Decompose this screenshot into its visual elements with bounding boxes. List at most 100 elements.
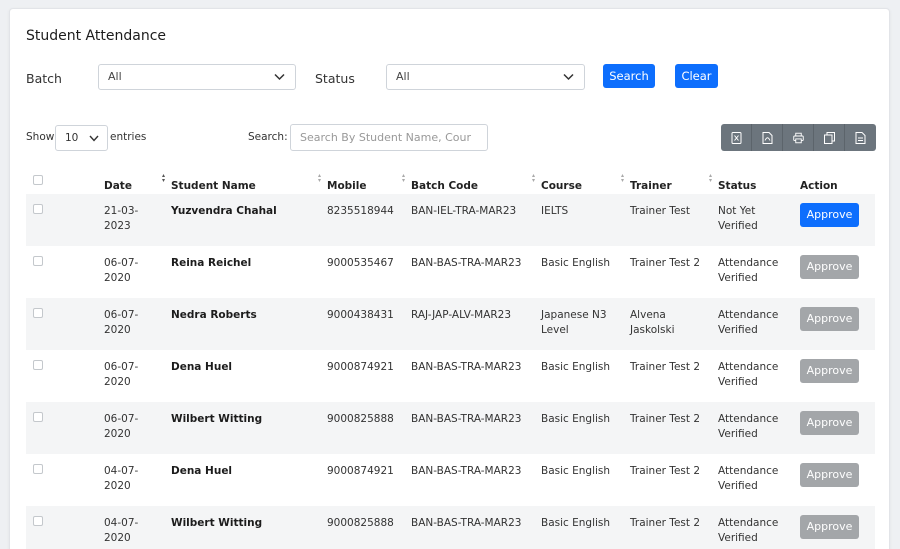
csv-icon [855,131,866,144]
batch-label: Batch [26,71,62,86]
date-cell: 04-07- 2020 [104,506,171,549]
export-button-group [721,124,876,151]
chevron-down-icon [89,135,99,142]
column-header-batch-code[interactable]: Batch Code ▴ ▾ [411,167,541,194]
approve-button[interactable]: Approve [800,203,859,227]
status-label: Status [315,71,355,86]
approve-button[interactable]: Approve [800,255,859,279]
sort-icon: ▴ ▾ [531,172,535,184]
trainer-cell: Trainer Test 2 [630,246,718,298]
clear-button[interactable]: Clear [675,64,718,88]
status-line-1: Not Yet [718,205,756,217]
sort-icon: ▴ ▾ [317,172,321,184]
approve-button[interactable]: Approve [800,463,859,487]
sort-icon: ▴ ▾ [620,172,624,184]
approve-button[interactable]: Approve [800,515,859,539]
student-name-cell: Wilbert Witting [171,402,327,454]
row-select-cell [26,506,104,549]
date-line-2: 2020 [104,272,131,284]
table-row: 06-07- 2020 Nedra Roberts 9000438431 RAJ-JAP… [26,298,875,350]
student-name: Yuzvendra Chahal [171,205,277,217]
batch-code-cell: BAN-BAS-TRA-MAR23 [411,454,541,506]
export-csv-button[interactable] [845,124,876,151]
row-checkbox[interactable] [33,412,43,422]
row-checkbox[interactable] [33,256,43,266]
row-checkbox[interactable] [33,308,43,318]
student-name: Dena Huel [171,361,233,373]
trainer-line-1: Trainer Test 2 [630,413,701,425]
page-title: Student Attendance [26,28,167,44]
approve-button[interactable]: Approve [800,411,859,435]
date-line-1: 06-07- [104,309,139,321]
column-header-student-name[interactable]: Student Name ▴ ▾ [171,167,327,194]
trainer-cell: Trainer Test 2 [630,350,718,402]
action-cell: Approve [800,454,875,506]
batch-select[interactable]: All [98,64,296,90]
row-checkbox[interactable] [33,204,43,214]
trainer-line-1: Alvena [630,309,666,321]
table-row: 06-07- 2020 Reina Reichel 9000535467 BAN-BAS… [26,246,875,298]
batch-code-cell: BAN-BAS-TRA-MAR23 [411,350,541,402]
action-cell: Approve [800,246,875,298]
course-cell: Basic English [541,350,630,402]
table-row: 04-07- 2020 Wilbert Witting 9000825888 BAN-B… [26,506,875,549]
table-search-input[interactable]: Search By Student Name, Cour [290,124,488,151]
course-line-1: IELTS [541,205,569,217]
column-header-trainer[interactable]: Trainer ▴ ▾ [630,167,718,194]
date-line-1: 06-07- [104,361,139,373]
student-name: Nedra Roberts [171,309,257,321]
status-line-1: Attendance [718,257,779,269]
course-cell: Basic English [541,246,630,298]
page-length-select[interactable]: 10 [55,125,108,151]
export-excel-button[interactable] [721,124,752,151]
chevron-down-icon [563,73,574,81]
column-header-mobile[interactable]: Mobile ▴ ▾ [327,167,411,194]
select-all-checkbox[interactable] [33,175,43,185]
column-header-action: Action [800,180,838,192]
date-line-2: 2020 [104,324,131,336]
status-cell: Not Yet Verified [718,194,800,246]
date-cell: 06-07- 2020 [104,402,171,454]
column-header-course[interactable]: Course ▴ ▾ [541,167,630,194]
show-label: Show [26,131,55,143]
trainer-line-1: Trainer Test [630,205,690,217]
row-select-cell [26,194,104,246]
column-header-date[interactable]: Date ▴ ▾ [104,167,171,194]
trainer-cell: Trainer Test 2 [630,506,718,549]
status-cell: Attendance Verified [718,454,800,506]
column-header-status[interactable]: Status [718,167,800,194]
row-select-cell [26,350,104,402]
action-cell: Approve [800,506,875,549]
course-cell: Basic English [541,454,630,506]
date-line-1: 04-07- [104,465,139,477]
status-select[interactable]: All [386,64,585,90]
approve-button[interactable]: Approve [800,359,859,383]
search-label: Search: [248,131,288,143]
action-cell: Approve [800,298,875,350]
table-row: 21-03- 2023 Yuzvendra Chahal 8235518944 BAN-… [26,194,875,246]
course-line-1: Japanese N3 [541,309,607,321]
approve-button[interactable]: Approve [800,307,859,331]
status-cell: Attendance Verified [718,298,800,350]
export-copy-button[interactable] [814,124,845,151]
row-checkbox[interactable] [33,360,43,370]
mobile-cell: 9000825888 [327,506,411,549]
trainer-line-1: Trainer Test 2 [630,361,701,373]
search-button[interactable]: Search [603,64,655,88]
mobile-cell: 9000874921 [327,454,411,506]
row-checkbox[interactable] [33,464,43,474]
course-line-1: Basic English [541,517,611,529]
sort-icon: ▴ ▾ [401,172,405,184]
date-cell: 06-07- 2020 [104,298,171,350]
chevron-down-icon [274,73,285,81]
trainer-line-2: Jaskolski [630,324,675,336]
date-line-2: 2020 [104,532,131,544]
mobile-cell: 8235518944 [327,194,411,246]
table-row: 06-07- 2020 Dena Huel 9000874921 BAN-BAS-TRA… [26,350,875,402]
student-name-cell: Dena Huel [171,350,327,402]
page-length-value: 10 [65,132,79,144]
row-checkbox[interactable] [33,516,43,526]
row-select-cell [26,298,104,350]
print-button[interactable] [783,124,814,151]
export-pdf-button[interactable] [752,124,783,151]
